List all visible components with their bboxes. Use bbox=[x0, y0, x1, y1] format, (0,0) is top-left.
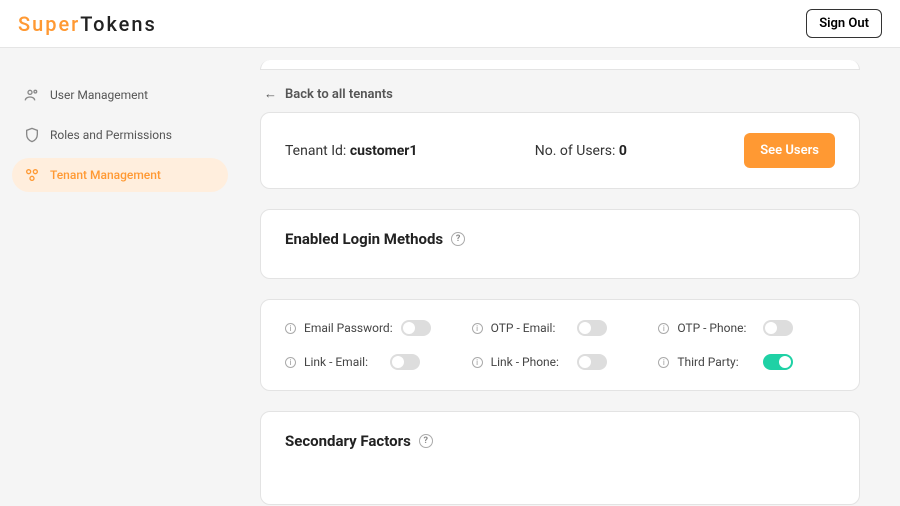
login-method-toggle[interactable] bbox=[763, 354, 793, 370]
login-method-row: i Link - Email: bbox=[285, 354, 462, 370]
secondary-title: Secondary Factors ? bbox=[285, 432, 835, 450]
tenant-info-card: Tenant Id: customer1 No. of Users: 0 See… bbox=[260, 112, 860, 189]
see-users-button[interactable]: See Users bbox=[744, 133, 835, 168]
sidebar-item-tenant-management[interactable]: Tenant Management bbox=[12, 158, 228, 192]
login-method-row: i OTP - Email: bbox=[472, 320, 649, 336]
arrow-left-icon: ← bbox=[264, 86, 277, 102]
tenant-users: No. of Users: 0 bbox=[535, 143, 627, 159]
help-icon[interactable]: ? bbox=[419, 434, 433, 448]
sign-out-button[interactable]: Sign Out bbox=[806, 9, 882, 38]
app-header: SuperTokens Sign Out bbox=[0, 0, 900, 48]
sidebar-item-label: Roles and Permissions bbox=[50, 128, 172, 142]
sidebar-item-roles[interactable]: Roles and Permissions bbox=[12, 118, 228, 152]
main-content: ← Back to all tenants Tenant Id: custome… bbox=[240, 48, 900, 506]
back-label: Back to all tenants bbox=[285, 87, 393, 102]
login-method-row: i Email Password: bbox=[285, 320, 462, 336]
sidebar: User Management Roles and Permissions Te… bbox=[0, 48, 240, 506]
brand-part-b: Tokens bbox=[80, 12, 157, 36]
login-method-label: Link - Phone: bbox=[491, 355, 569, 369]
login-method-toggle[interactable] bbox=[577, 320, 607, 336]
tenant-id-value: customer1 bbox=[350, 143, 418, 159]
login-method-label: OTP - Phone: bbox=[677, 321, 755, 335]
login-method-toggle[interactable] bbox=[577, 354, 607, 370]
tenant-users-value: 0 bbox=[619, 143, 627, 159]
login-methods-grid: i Email Password: i OTP - Email: i OTP - Phon… bbox=[285, 320, 835, 370]
secondary-title-card: Secondary Factors ? bbox=[260, 411, 860, 505]
section-title-text: Secondary Factors bbox=[285, 432, 411, 450]
login-methods-title: Enabled Login Methods ? bbox=[285, 230, 835, 248]
back-to-tenants-link[interactable]: ← Back to all tenants bbox=[264, 86, 860, 102]
tenant-id-label: Tenant Id: bbox=[285, 143, 346, 159]
brand-logo: SuperTokens bbox=[18, 12, 157, 36]
tenant-info-row: Tenant Id: customer1 No. of Users: 0 See… bbox=[285, 133, 835, 168]
login-method-row: i Link - Phone: bbox=[472, 354, 649, 370]
login-method-row: i Third Party: bbox=[658, 354, 835, 370]
login-methods-title-card: Enabled Login Methods ? bbox=[260, 209, 860, 279]
login-method-row: i OTP - Phone: bbox=[658, 320, 835, 336]
info-icon[interactable]: i bbox=[472, 357, 483, 368]
login-method-toggle[interactable] bbox=[763, 320, 793, 336]
info-icon[interactable]: i bbox=[658, 323, 669, 334]
section-title-text: Enabled Login Methods bbox=[285, 230, 443, 248]
info-icon[interactable]: i bbox=[285, 323, 296, 334]
login-methods-card: i Email Password: i OTP - Email: i OTP - Phon… bbox=[260, 299, 860, 391]
sidebar-item-user-management[interactable]: User Management bbox=[12, 78, 228, 112]
layout: User Management Roles and Permissions Te… bbox=[0, 48, 900, 506]
tenant-icon bbox=[24, 167, 40, 183]
sidebar-item-label: Tenant Management bbox=[50, 168, 161, 182]
login-method-label: Link - Email: bbox=[304, 355, 382, 369]
login-method-toggle[interactable] bbox=[390, 354, 420, 370]
login-method-label: Email Password: bbox=[304, 321, 393, 335]
login-method-label: OTP - Email: bbox=[491, 321, 569, 335]
card-stub bbox=[260, 60, 860, 70]
shield-icon bbox=[24, 127, 40, 143]
users-icon bbox=[24, 87, 40, 103]
login-method-label: Third Party: bbox=[677, 355, 755, 369]
info-icon[interactable]: i bbox=[285, 357, 296, 368]
brand-part-a: Super bbox=[18, 12, 80, 36]
tenant-users-label: No. of Users: bbox=[535, 143, 616, 159]
sidebar-item-label: User Management bbox=[50, 88, 148, 102]
info-icon[interactable]: i bbox=[658, 357, 669, 368]
info-icon[interactable]: i bbox=[472, 323, 483, 334]
tenant-id: Tenant Id: customer1 bbox=[285, 143, 417, 159]
login-method-toggle[interactable] bbox=[401, 320, 431, 336]
help-icon[interactable]: ? bbox=[451, 232, 465, 246]
